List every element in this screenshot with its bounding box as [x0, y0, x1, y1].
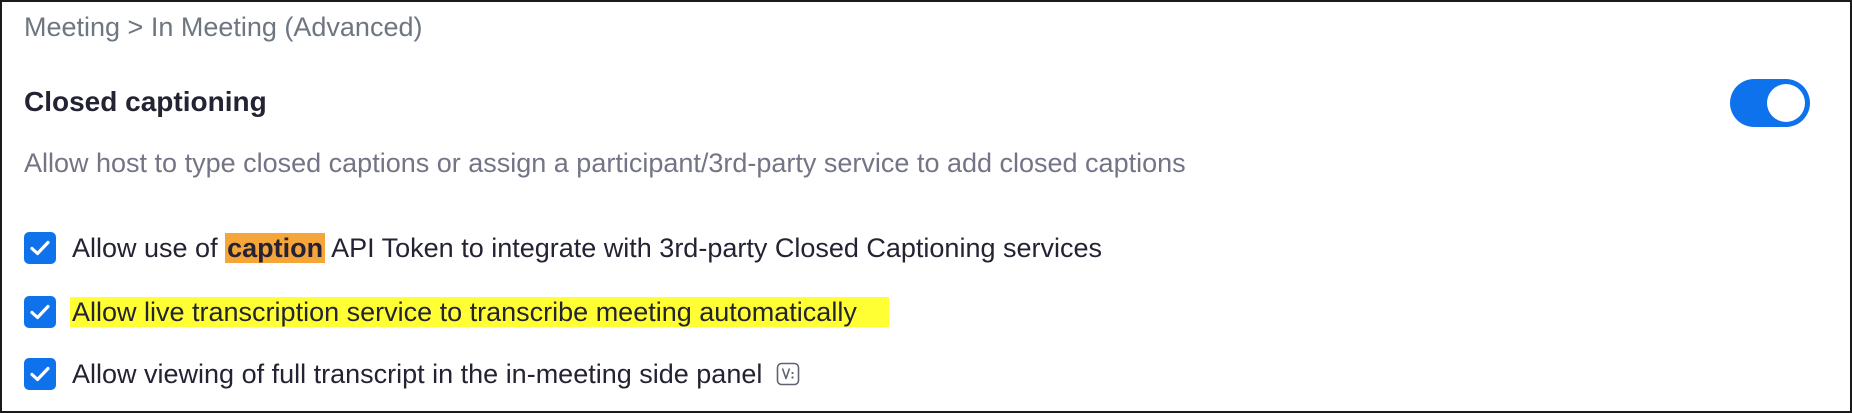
checkmark-icon [30, 366, 50, 382]
setting-description: Allow host to type closed captions or as… [24, 148, 1186, 178]
breadcrumb: Meeting > In Meeting (Advanced) [24, 12, 423, 42]
setting-title: Closed captioning [24, 86, 267, 117]
full-transcript-label: Allow viewing of full transcript in the … [72, 356, 762, 392]
settings-panel: Meeting > In Meeting (Advanced) Closed c… [0, 0, 1852, 413]
option-caption-api-token: Allow use of caption API Token to integr… [24, 230, 1102, 266]
option-full-transcript: Allow viewing of full transcript in the … [24, 356, 800, 392]
checkmark-icon [30, 240, 50, 256]
version-badge-icon[interactable] [776, 362, 800, 386]
option-live-transcription: Allow live transcription service to tran… [24, 294, 889, 330]
caption-api-token-label: Allow use of caption API Token to integr… [72, 230, 1102, 266]
label-suffix: API Token to integrate with 3rd-party Cl… [325, 233, 1103, 263]
caption-api-token-checkbox[interactable] [24, 232, 56, 264]
full-transcript-text: Allow viewing of full transcript in the … [72, 359, 763, 389]
highlighted-text: Allow live transcription service to tran… [70, 297, 889, 327]
checkmark-icon [30, 304, 50, 320]
search-highlight: caption [225, 233, 326, 263]
live-transcription-label: Allow live transcription service to tran… [70, 294, 889, 330]
live-transcription-checkbox[interactable] [24, 296, 56, 328]
label-prefix: Allow use of [72, 233, 226, 263]
toggle-knob [1767, 84, 1805, 122]
full-transcript-checkbox[interactable] [24, 358, 56, 390]
closed-captioning-toggle[interactable] [1730, 79, 1810, 127]
